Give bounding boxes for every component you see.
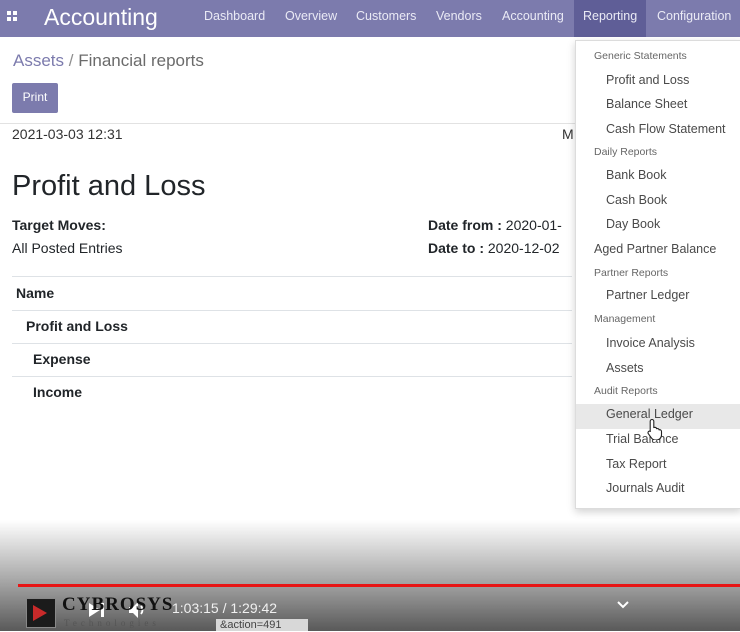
menu-item-cash-book[interactable]: Cash Book	[606, 193, 667, 207]
date-from-label: Date from :	[428, 217, 502, 233]
menu-item-trial-balance[interactable]: Trial Balance	[606, 432, 679, 446]
chevron-down-icon[interactable]	[616, 600, 630, 610]
menu-item-profit-and-loss[interactable]: Profit and Loss	[606, 73, 689, 87]
table-top-border	[12, 276, 572, 277]
menu-item-day-book[interactable]: Day Book	[606, 217, 660, 231]
date-from: Date from : 2020-01-	[428, 217, 562, 233]
cybrosys-logo-icon	[26, 598, 56, 628]
video-progress-bar[interactable]	[18, 584, 740, 587]
menu-section-header: Daily Reports	[594, 146, 658, 158]
table-row[interactable]: Income	[33, 384, 82, 400]
date-to-label: Date to :	[428, 240, 484, 256]
menu-accounting[interactable]: Accounting	[502, 0, 564, 37]
report-header-truncated: M	[562, 126, 574, 142]
menu-item-partner-ledger[interactable]: Partner Ledger	[606, 288, 689, 302]
target-moves-value: All Posted Entries	[12, 240, 123, 256]
watermark-logo-subtext: Technologies	[64, 618, 160, 628]
menu-section-header: Management	[594, 313, 656, 325]
menu-section-header: Generic Statements	[594, 50, 687, 62]
menu-item-journals-audit[interactable]: Journals Audit	[606, 481, 685, 495]
video-timestamp: 1:03:15 / 1:29:42	[172, 600, 278, 616]
url-fragment: &action=491	[216, 619, 308, 631]
report-title: Profit and Loss	[12, 170, 206, 202]
menu-overview[interactable]: Overview	[285, 0, 337, 37]
menu-item-cash-flow-statement[interactable]: Cash Flow Statement	[606, 122, 726, 136]
menu-item-assets[interactable]: Assets	[606, 361, 644, 375]
date-to: Date to : 2020-12-02	[428, 240, 560, 256]
menu-vendors[interactable]: Vendors	[436, 0, 482, 37]
menu-item-balance-sheet[interactable]: Balance Sheet	[606, 97, 687, 111]
apps-grid-icon[interactable]	[7, 11, 19, 23]
table-row-border	[12, 310, 572, 311]
table-row-border	[12, 343, 572, 344]
menu-customers[interactable]: Customers	[356, 0, 416, 37]
table-header-name: Name	[16, 285, 55, 301]
table-row[interactable]: Expense	[33, 351, 91, 367]
menu-item-bank-book[interactable]: Bank Book	[606, 168, 666, 182]
breadcrumb-parent-link[interactable]: Assets	[13, 51, 64, 70]
watermark-logo-text: CYBROSYS	[62, 594, 174, 615]
print-button[interactable]: Print	[12, 83, 58, 113]
menu-section-header: Audit Reports	[594, 385, 658, 397]
menu-item-tax-report[interactable]: Tax Report	[606, 457, 666, 471]
breadcrumb: Assets / Financial reports	[13, 51, 204, 71]
menu-configuration[interactable]: Configuration	[657, 0, 731, 37]
table-row[interactable]: Profit and Loss	[26, 318, 128, 334]
breadcrumb-separator: /	[68, 51, 74, 70]
table-row-border	[12, 376, 572, 377]
date-from-value: 2020-01-	[505, 217, 562, 233]
menu-section-header: Partner Reports	[594, 267, 669, 279]
breadcrumb-current: Financial reports	[78, 51, 204, 70]
top-navbar: Accounting Dashboard Overview Customers …	[0, 0, 740, 37]
menu-dashboard[interactable]: Dashboard	[204, 0, 265, 37]
hand-cursor-icon	[647, 418, 663, 440]
menu-reporting[interactable]: Reporting	[574, 0, 647, 37]
target-moves-label: Target Moves:	[12, 217, 106, 233]
report-timestamp: 2021-03-03 12:31	[12, 126, 123, 142]
date-to-value: 2020-12-02	[487, 240, 560, 256]
menu-item-invoice-analysis[interactable]: Invoice Analysis	[606, 336, 695, 350]
app-brand[interactable]: Accounting	[44, 4, 158, 31]
menu-item-aged-partner-balance[interactable]: Aged Partner Balance	[594, 242, 716, 256]
